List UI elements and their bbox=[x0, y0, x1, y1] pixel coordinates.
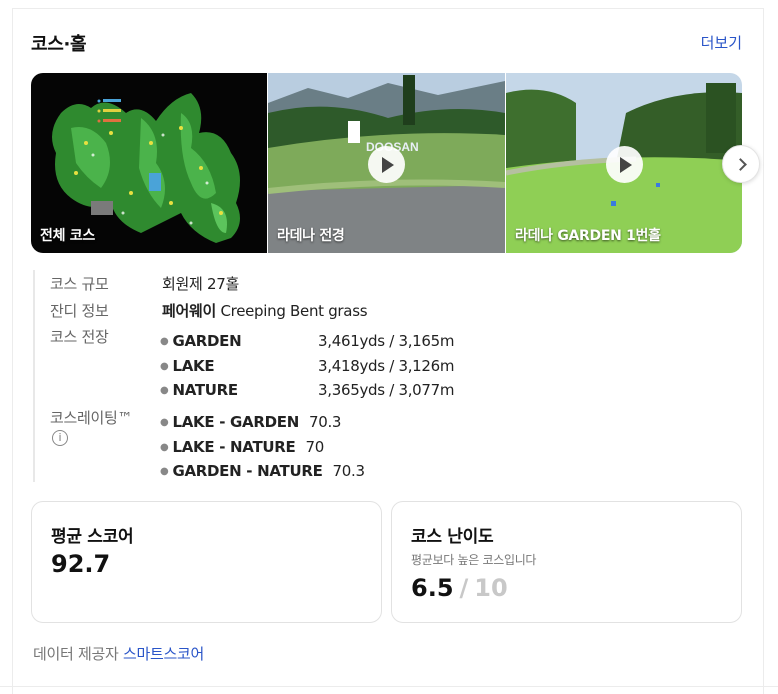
play-icon[interactable] bbox=[368, 146, 405, 183]
difficulty-score: 6.5/10 bbox=[411, 574, 508, 602]
chevron-right-icon[interactable] bbox=[722, 145, 760, 183]
grass-type: Creeping Bent grass bbox=[220, 302, 368, 320]
data-provider: 데이터 제공자 스마트스코어 bbox=[33, 643, 204, 664]
grass-value: 페어웨이 Creeping Bent grass bbox=[162, 300, 368, 321]
avg-score-title: 평균 스코어 bbox=[51, 527, 134, 547]
difficulty-box: 코스 난이도 평균보다 높은 코스입니다 6.5/10 bbox=[391, 501, 742, 623]
gallery-tile-course-map[interactable]: 전체 코스 bbox=[31, 73, 267, 253]
avg-score-box: 평균 스코어 92.7 bbox=[31, 501, 382, 623]
rating-row: ● LAKE - GARDEN 70.3 bbox=[160, 413, 342, 431]
play-icon[interactable] bbox=[606, 146, 643, 183]
length-row: ● LAKE bbox=[160, 357, 215, 375]
difficulty-value: 6.5 bbox=[411, 574, 454, 602]
length-row: ● NATURE bbox=[160, 381, 238, 399]
avg-score-value: 92.7 bbox=[51, 550, 111, 578]
rating-label: 코스레이팅™ bbox=[50, 409, 133, 427]
course-info: 코스 규모 회원제 27홀 잔디 정보 페어웨이 Creeping Bent g… bbox=[33, 270, 533, 482]
difficulty-title: 코스 난이도 bbox=[411, 527, 494, 547]
difficulty-max: 10 bbox=[474, 574, 508, 602]
gallery-caption: 전체 코스 bbox=[40, 228, 95, 244]
data-provider-link[interactable]: 스마트스코어 bbox=[123, 645, 204, 663]
gallery-tile-panorama[interactable]: DOOSAN 라데나 전경 bbox=[268, 73, 505, 253]
info-circle-icon[interactable]: i bbox=[52, 430, 68, 446]
course-size-label: 코스 규모 bbox=[50, 275, 109, 293]
difficulty-separator: / bbox=[459, 574, 469, 602]
divider bbox=[0, 686, 778, 687]
grass-label: 잔디 정보 bbox=[50, 302, 109, 320]
course-gallery: 전체 코스 DOOSAN 라데나 전경 라데나 bbox=[31, 73, 742, 253]
length-label: 코스 전장 bbox=[50, 328, 109, 346]
difficulty-subtitle: 평균보다 높은 코스입니다 bbox=[411, 553, 537, 567]
rating-row: ● LAKE - NATURE 70 bbox=[160, 438, 324, 456]
length-row: ● GARDEN bbox=[160, 332, 242, 350]
section-title: 코스·홀 bbox=[31, 34, 87, 55]
more-link[interactable]: 더보기 bbox=[701, 32, 742, 53]
gallery-tile-hole1[interactable]: 라데나 GARDEN 1번홀 bbox=[506, 73, 742, 253]
length-value: 3,461yds / 3,165m bbox=[318, 332, 455, 350]
grass-fairway: 페어웨이 bbox=[162, 302, 217, 320]
length-value: 3,418yds / 3,126m bbox=[318, 357, 455, 375]
gallery-caption: 라데나 전경 bbox=[277, 228, 345, 244]
data-provider-label: 데이터 제공자 bbox=[33, 645, 119, 663]
length-value: 3,365yds / 3,077m bbox=[318, 381, 455, 399]
gallery-caption: 라데나 GARDEN 1번홀 bbox=[515, 228, 661, 244]
rating-row: ● GARDEN - NATURE 70.3 bbox=[160, 462, 365, 480]
course-size-value: 회원제 27홀 bbox=[162, 275, 239, 293]
